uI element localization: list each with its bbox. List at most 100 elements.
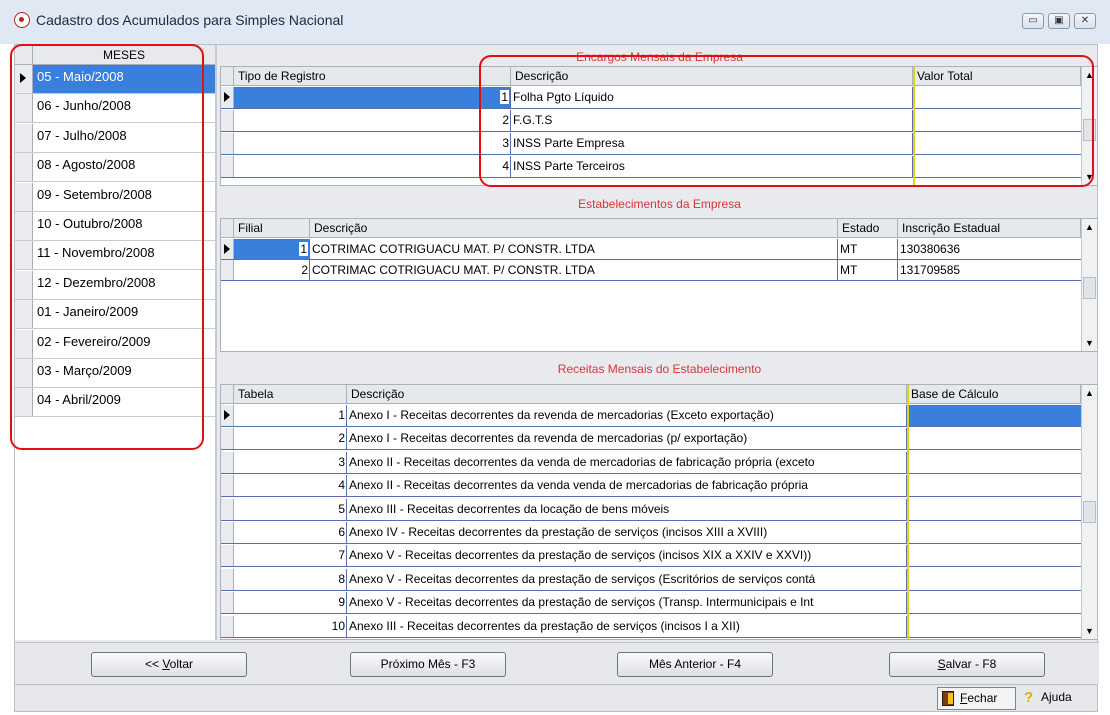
close-button[interactable]: ✕ [1074,13,1096,29]
cell-valor-total[interactable] [913,87,1081,108]
cell-estado[interactable]: MT [838,260,898,280]
table-row[interactable]: 1 Folha Pgto Líquido [221,87,1081,109]
scroll-up-icon[interactable]: ▲ [1082,385,1097,401]
month-item[interactable]: 08 - Agosto/2008 [15,153,215,183]
cell-receita-descricao[interactable]: Anexo IV - Receitas decorrentes da prest… [347,522,907,543]
cell-receita-descricao[interactable]: Anexo I - Receitas decorrentes da revend… [347,405,907,426]
cell-tipo-registro[interactable]: 1 [234,87,511,108]
proximo-mes-button[interactable]: Próximo Mês - F3 [350,652,506,677]
table-row[interactable]: 10 Anexo III - Receitas decorrentes da pr… [221,615,1081,638]
month-item[interactable]: 02 - Fevereiro/2009 [15,329,215,359]
cell-receita-descricao[interactable]: Anexo III - Receitas decorrentes da loca… [347,498,907,520]
col-estado[interactable]: Estado [838,219,898,238]
cell-tabela[interactable]: 6 [234,522,347,543]
cell-receita-descricao[interactable]: Anexo III - Receitas decorrentes da pres… [347,615,907,637]
cell-descricao[interactable]: INSS Parte Terceiros [511,156,913,177]
cell-filial[interactable]: 2 [234,260,310,280]
cell-base-calculo[interactable] [907,569,1081,590]
table-row[interactable]: 4 Anexo II - Receitas decorrentes da vend… [221,475,1081,498]
table-row[interactable]: 1 COTRIMAC COTRIGUACU MAT. P/ CONSTR. LTD… [221,239,1081,260]
table-row[interactable]: 3 INSS Parte Empresa [221,133,1081,155]
fechar-button[interactable]: Fechar [937,687,1016,710]
cell-tabela[interactable]: 7 [234,545,347,567]
cell-receita-descricao[interactable]: Anexo V - Receitas decorrentes da presta… [347,592,907,614]
cell-base-calculo[interactable] [907,475,1081,496]
col-filial[interactable]: Filial [234,219,310,238]
cell-descricao[interactable]: F.G.T.S [511,110,913,131]
table-row[interactable]: 4 INSS Parte Terceiros [221,156,1081,178]
mes-anterior-button[interactable]: Mês Anterior - F4 [617,652,773,677]
receitas-scrollbar[interactable]: ▲ ▼ [1081,385,1097,639]
cell-inscricao-estadual[interactable]: 130380636 [898,239,1081,259]
cell-tipo-registro[interactable]: 2 [234,110,511,131]
cell-receita-descricao[interactable]: Anexo V - Receitas decorrentes da presta… [347,545,907,567]
scroll-thumb[interactable] [1083,277,1096,299]
cell-tipo-registro[interactable]: 3 [234,133,511,154]
col-estab-descricao[interactable]: Descrição [310,219,838,238]
scroll-down-icon[interactable]: ▼ [1082,169,1097,185]
scroll-down-icon[interactable]: ▼ [1082,335,1097,351]
cell-tabela[interactable]: 8 [234,568,347,590]
cell-valor-total[interactable] [913,156,1081,177]
cell-base-calculo[interactable] [907,452,1081,473]
cell-estab-descricao[interactable]: COTRIMAC COTRIGUACU MAT. P/ CONSTR. LTDA [310,260,838,280]
cell-receita-descricao[interactable]: Anexo I - Receitas decorrentes da revend… [347,428,907,450]
table-row[interactable]: 9 Anexo V - Receitas decorrentes da prest… [221,592,1081,615]
cell-estab-descricao[interactable]: COTRIMAC COTRIGUACU MAT. P/ CONSTR. LTDA [310,239,838,259]
cell-base-calculo[interactable] [907,499,1081,520]
col-valor-total[interactable]: Valor Total [913,67,1081,86]
table-row[interactable]: 2 COTRIMAC COTRIGUACU MAT. P/ CONSTR. LTD… [221,260,1081,281]
scroll-thumb[interactable] [1083,501,1096,523]
cell-tabela[interactable]: 10 [234,615,347,637]
month-item[interactable]: 05 - Maio/2008 [15,65,215,94]
cell-base-calculo[interactable] [907,592,1081,613]
col-tabela[interactable]: Tabela [234,385,347,404]
month-item[interactable]: 12 - Dezembro/2008 [15,270,215,300]
table-row[interactable]: 6 Anexo IV - Receitas decorrentes da pres… [221,522,1081,544]
col-base-calculo[interactable]: Base de Cálculo [907,385,1081,404]
cell-receita-descricao[interactable]: Anexo II - Receitas decorrentes da venda… [347,475,907,497]
col-descricao[interactable]: Descrição [511,67,913,86]
cell-estado[interactable]: MT [838,239,898,259]
month-item[interactable]: 06 - Junho/2008 [15,94,215,124]
month-item[interactable]: 01 - Janeiro/2009 [15,300,215,330]
table-row[interactable]: 8 Anexo V - Receitas decorrentes da prest… [221,568,1081,591]
table-row[interactable]: 2 Anexo I - Receitas decorrentes da reven… [221,428,1081,451]
cell-receita-descricao[interactable]: Anexo II - Receitas decorrentes da venda… [347,451,907,473]
cell-base-calculo[interactable] [907,616,1081,637]
col-receita-descricao[interactable]: Descrição [347,385,907,404]
cell-filial[interactable]: 1 [234,239,310,259]
month-item[interactable]: 04 - Abril/2009 [15,388,215,418]
cell-base-calculo[interactable] [907,405,1081,426]
cell-receita-descricao[interactable]: Anexo V - Receitas decorrentes da presta… [347,568,907,590]
salvar-button[interactable]: Salvar - F8 [889,652,1045,677]
table-row[interactable]: 3 Anexo II - Receitas decorrentes da vend… [221,451,1081,474]
cell-descricao[interactable]: Folha Pgto Líquido [511,87,913,108]
scroll-up-icon[interactable]: ▲ [1082,219,1097,235]
ajuda-button[interactable]: ? Ajuda [1019,687,1097,710]
cell-valor-total[interactable] [913,133,1081,154]
cell-inscricao-estadual[interactable]: 131709585 [898,260,1081,280]
cell-tabela[interactable]: 9 [234,592,347,614]
cell-base-calculo[interactable] [907,428,1081,449]
cell-tipo-registro[interactable]: 4 [234,156,511,177]
month-item[interactable]: 11 - Novembro/2008 [15,241,215,271]
scroll-thumb[interactable] [1083,119,1096,141]
voltar-button[interactable]: << Voltar [91,652,247,677]
scroll-down-icon[interactable]: ▼ [1082,623,1097,639]
cell-tabela[interactable]: 1 [234,405,347,426]
month-item[interactable]: 10 - Outubro/2008 [15,212,215,241]
minimize-button[interactable]: ▭ [1022,13,1044,29]
table-row[interactable]: 7 Anexo V - Receitas decorrentes da prest… [221,545,1081,568]
encargos-scrollbar[interactable]: ▲ ▼ [1081,67,1097,185]
estabelecimentos-scrollbar[interactable]: ▲ ▼ [1081,219,1097,351]
month-item[interactable]: 07 - Julho/2008 [15,123,215,153]
cell-descricao[interactable]: INSS Parte Empresa [511,133,913,154]
month-item[interactable]: 03 - Março/2009 [15,359,215,388]
month-item[interactable]: 09 - Setembro/2008 [15,182,215,212]
table-row[interactable]: 5 Anexo III - Receitas decorrentes da loc… [221,498,1081,521]
cell-tabela[interactable]: 2 [234,428,347,450]
cell-base-calculo[interactable] [907,522,1081,543]
scroll-up-icon[interactable]: ▲ [1082,67,1097,83]
cell-tabela[interactable]: 4 [234,475,347,497]
